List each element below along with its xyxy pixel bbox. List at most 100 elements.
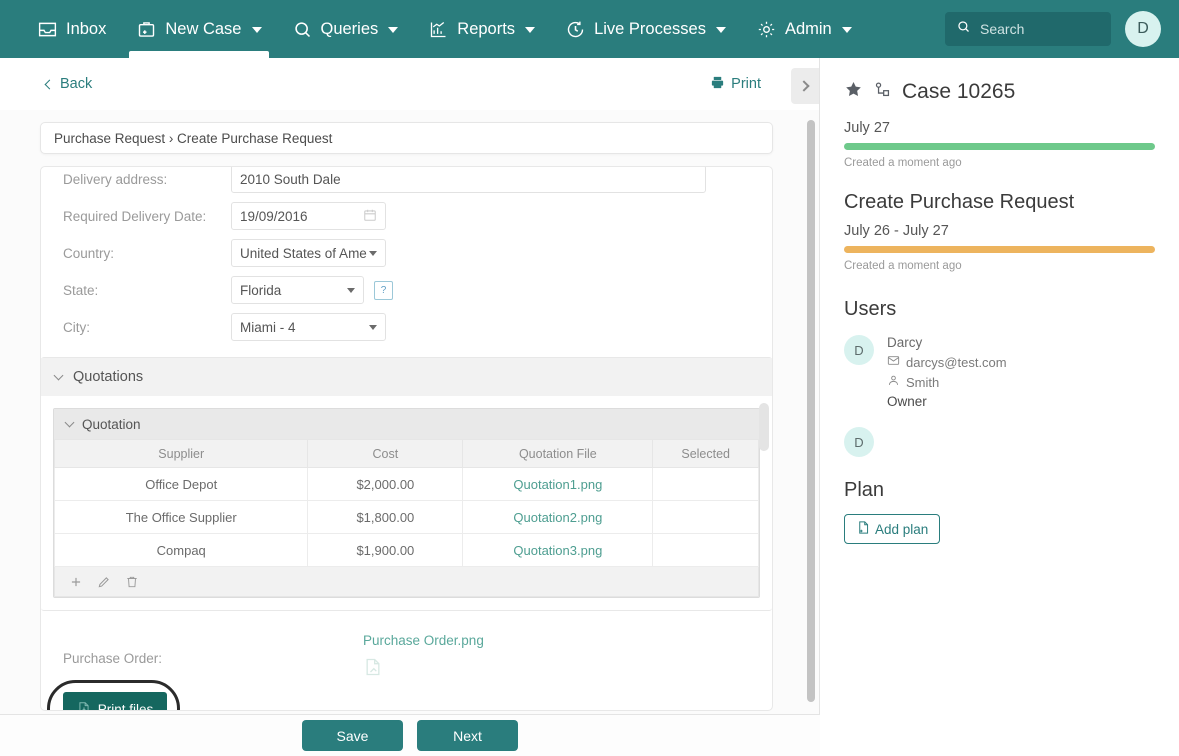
nav-item-inbox[interactable]: Inbox <box>22 0 121 58</box>
print-button[interactable]: Print <box>710 75 761 94</box>
avatar[interactable]: D <box>1125 11 1161 47</box>
cell-supplier: Office Depot <box>53 467 309 501</box>
form-footer-bar: Save Next <box>0 714 820 756</box>
country-select[interactable]: United States of Ame <box>231 239 386 267</box>
quotation-subsection: Quotation Supplier Cost Quotation File S… <box>53 408 760 598</box>
main-toolbar: Back Print <box>0 58 819 110</box>
cell-quotation-file[interactable]: Quotation3.png <box>462 533 654 567</box>
search-icon <box>956 19 971 39</box>
user-role: Owner <box>887 394 927 409</box>
field-label-state: State: <box>63 282 99 298</box>
avatar: D <box>844 335 874 365</box>
country-value: United States of Ame <box>240 245 367 261</box>
cell-selected <box>652 533 759 567</box>
quotation-subsection-header[interactable]: Quotation <box>54 409 759 439</box>
app-root: Inbox New Case Queries Reports Live Proc… <box>0 0 1179 756</box>
page-scrollbar-thumb[interactable] <box>807 120 815 702</box>
purchase-request-form: Delivery address: 2010 South Dale Requir… <box>40 166 773 711</box>
column-header-cost: Cost <box>307 439 464 468</box>
case-created-note: Created a moment ago <box>844 157 962 169</box>
state-value: Florida <box>240 282 282 298</box>
state-select[interactable]: Florida <box>231 276 364 304</box>
nav-item-admin[interactable]: Admin <box>741 0 867 58</box>
city-select[interactable]: Miami - 4 <box>231 313 386 341</box>
city-value: Miami - 4 <box>240 319 296 335</box>
back-button[interactable]: Back <box>44 76 93 92</box>
case-title: Case 10265 <box>902 80 1016 103</box>
stage-date: July 26 - July 27 <box>844 223 949 239</box>
cell-selected <box>652 467 759 501</box>
nav-right-group: Search D <box>945 0 1161 58</box>
delete-icon[interactable] <box>125 575 139 589</box>
table-row[interactable]: Office Depot $2,000.00 Quotation1.png <box>53 467 759 501</box>
purchase-order-file-name[interactable]: Purchase Order.png <box>363 633 484 648</box>
quotations-section-title: Quotations <box>73 369 144 385</box>
quotations-section: Quotations Quotation Supplier Cost Quota… <box>41 357 772 611</box>
cell-cost: $1,800.00 <box>307 500 464 534</box>
chevron-down-icon <box>715 27 726 33</box>
back-button-label: Back <box>60 76 93 92</box>
form-scrollbar[interactable] <box>759 168 769 709</box>
chevron-down-icon <box>369 324 377 330</box>
required-delivery-date-input[interactable]: 19/09/2016 <box>231 202 386 230</box>
cell-quotation-file[interactable]: Quotation2.png <box>462 500 654 534</box>
table-row[interactable]: The Office Supplier $1,800.00 Quotation2… <box>53 500 759 534</box>
page-scrollbar[interactable] <box>807 120 815 702</box>
quotation-file-link[interactable]: Quotation1.png <box>513 477 602 492</box>
sitemap-icon[interactable] <box>873 80 892 104</box>
cell-quotation-file[interactable]: Quotation1.png <box>462 467 654 501</box>
chevron-down-icon <box>251 27 262 33</box>
save-button[interactable]: Save <box>302 720 403 751</box>
add-plan-button[interactable]: Add plan <box>844 514 941 544</box>
print-file-icon <box>77 701 91 710</box>
next-button[interactable]: Next <box>417 720 518 751</box>
form-scrollbar-thumb[interactable] <box>759 403 769 451</box>
quotations-section-header[interactable]: Quotations <box>41 358 772 396</box>
column-header-supplier: Supplier <box>53 439 309 468</box>
main-content-area: Back Print Purchase Request › Create Pur… <box>0 58 820 756</box>
delivery-address-input[interactable]: 2010 South Dale <box>231 167 706 193</box>
printer-icon <box>710 75 725 94</box>
quotation-file-link[interactable]: Quotation2.png <box>513 510 602 525</box>
print-button-label: Print <box>731 76 761 92</box>
cell-cost: $2,000.00 <box>307 467 464 501</box>
inbox-icon <box>37 19 58 40</box>
star-icon[interactable] <box>844 80 863 104</box>
breadcrumb-text: Purchase Request › Create Purchase Reque… <box>54 130 333 146</box>
nav-item-queries-label: Queries <box>320 19 379 38</box>
edit-icon[interactable] <box>97 575 111 589</box>
chevron-right-icon <box>797 80 810 92</box>
print-files-button[interactable]: Print files <box>63 692 167 710</box>
nav-item-queries[interactable]: Queries <box>277 0 414 58</box>
list-item[interactable]: D <box>844 427 1155 457</box>
cell-supplier: The Office Supplier <box>53 500 309 534</box>
required-delivery-date-value: 19/09/2016 <box>240 208 308 224</box>
table-row[interactable]: Compaq $1,900.00 Quotation3.png <box>53 533 759 567</box>
search-placeholder: Search <box>980 21 1025 37</box>
nav-item-new-case[interactable]: New Case <box>121 0 276 58</box>
state-help-icon[interactable]: ? <box>374 280 393 300</box>
nav-item-new-case-label: New Case <box>165 19 242 38</box>
user-email: darcys@test.com <box>906 354 1007 370</box>
table-header-row: Supplier Cost Quotation File Selected <box>53 439 759 468</box>
user-surname-row: Smith <box>887 374 1007 390</box>
field-city: City: Miami - 4 <box>63 309 750 345</box>
field-country: Country: United States of Ame <box>63 235 750 271</box>
stage-created-note: Created a moment ago <box>844 260 962 272</box>
search-input[interactable]: Search <box>945 12 1111 46</box>
plan-section-title: Plan <box>844 479 885 501</box>
stage-title: Create Purchase Request <box>844 191 1075 213</box>
file-upload-icon[interactable] <box>363 657 484 680</box>
quotation-file-link[interactable]: Quotation3.png <box>513 543 602 558</box>
nav-item-live-processes[interactable]: Live Processes <box>550 0 741 58</box>
nav-item-reports[interactable]: Reports <box>413 0 550 58</box>
list-item[interactable]: D Darcy darcys@test.com Smith Owner <box>844 335 1155 409</box>
nav-item-reports-label: Reports <box>457 19 516 38</box>
add-icon[interactable] <box>69 575 83 589</box>
calendar-icon[interactable] <box>363 208 377 225</box>
print-files-highlight-wrap: Print files <box>47 680 198 710</box>
expand-panel-button[interactable] <box>791 68 819 104</box>
chevron-down-icon <box>64 417 75 427</box>
purchase-order-file[interactable]: Purchase Order.png <box>363 633 484 680</box>
field-delivery-address: Delivery address: 2010 South Dale <box>63 167 750 197</box>
